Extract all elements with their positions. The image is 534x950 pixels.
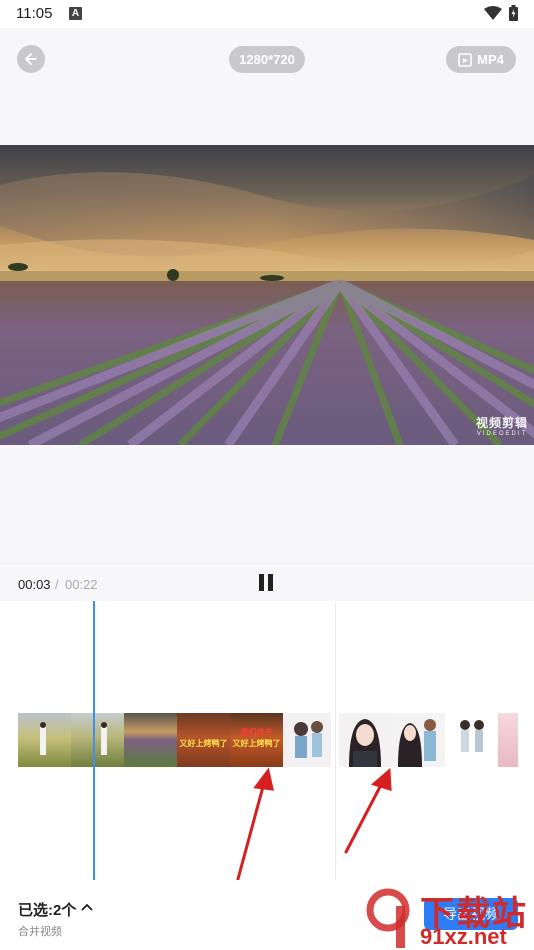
timeline-track[interactable]: 又好上烤鸭了 我们终于 又好上烤鸭了 xyxy=(0,601,534,880)
red-arrow-line xyxy=(344,781,384,854)
clip-caption: 又好上烤鸭了 xyxy=(232,739,281,748)
pause-bar-right xyxy=(268,574,273,591)
clip-caption-top: 我们终于 xyxy=(240,728,273,737)
clip-caption: 又好上烤鸭了 xyxy=(179,739,228,748)
anime-couple-icon xyxy=(398,719,436,767)
site-url: 91xz.net xyxy=(420,924,507,949)
clip-thumbnail[interactable] xyxy=(498,713,518,767)
clip-strip-2 xyxy=(339,713,518,767)
status-time: 11:05 xyxy=(16,5,53,22)
clip-thumbnail[interactable] xyxy=(445,713,498,767)
anime-pair-icon xyxy=(460,720,484,752)
person-figure-icon xyxy=(40,722,46,755)
clip-thumbnail[interactable] xyxy=(71,713,124,767)
red-arrow-head xyxy=(253,767,274,791)
clip-thumbnail[interactable] xyxy=(283,713,331,767)
clip-thumbnail[interactable] xyxy=(18,713,71,767)
clip-thumbnail[interactable]: 又好上烤鸭了 xyxy=(177,713,230,767)
chevron-up-icon[interactable] xyxy=(81,902,93,912)
video-file-icon xyxy=(458,52,472,67)
wifi-icon xyxy=(484,6,502,20)
red-arrow-head xyxy=(370,767,392,792)
clip-thumbnail[interactable] xyxy=(339,713,392,767)
clip-thumbnail[interactable] xyxy=(124,713,177,767)
back-button[interactable] xyxy=(17,45,45,73)
anime-girl-icon xyxy=(349,719,381,767)
clip-thumbnail[interactable]: 我们终于 又好上烤鸭了 xyxy=(230,713,283,767)
pause-bar-left xyxy=(259,574,264,591)
clip-strip-1: 又好上烤鸭了 我们终于 又好上烤鸭了 xyxy=(18,713,331,767)
battery-icon xyxy=(509,5,518,21)
video-preview[interactable]: 视频剪辑 VIDEOEDIT xyxy=(0,145,534,445)
preview-watermark: 视频剪辑 VIDEOEDIT xyxy=(476,414,528,437)
person-figure-icon xyxy=(101,722,107,755)
lavender-field-image xyxy=(0,145,534,445)
resolution-selector[interactable]: 1280*720 xyxy=(229,46,305,73)
clip-thumbnail[interactable] xyxy=(392,713,445,767)
watermark-subtitle: VIDEOEDIT xyxy=(476,431,528,437)
editor-header: 1280*720 MP4 xyxy=(0,28,534,145)
notification-a-icon: A xyxy=(69,7,82,20)
format-selector[interactable]: MP4 xyxy=(446,46,516,73)
time-separator: / xyxy=(55,577,59,592)
selected-count[interactable]: 已选:2个 xyxy=(18,899,76,920)
timeline-divider xyxy=(335,601,336,880)
site-logo-icon xyxy=(366,888,410,948)
red-arrow-line xyxy=(236,781,266,880)
anime-figure-icon xyxy=(294,721,323,758)
watermark-title: 视频剪辑 xyxy=(475,416,528,430)
current-time: 00:03 xyxy=(18,577,51,592)
total-time: 00:22 xyxy=(65,577,98,592)
pause-button[interactable] xyxy=(257,574,275,592)
status-bar: 11:05 A xyxy=(0,0,534,28)
player-controls: 00:03 / 00:22 xyxy=(0,563,534,601)
merge-label: 合并视频 xyxy=(18,926,62,938)
arrow-left-icon xyxy=(25,53,37,65)
site-watermark: 下载站 91xz.net xyxy=(362,886,534,950)
format-label: MP4 xyxy=(477,52,504,67)
playhead[interactable] xyxy=(93,601,95,880)
